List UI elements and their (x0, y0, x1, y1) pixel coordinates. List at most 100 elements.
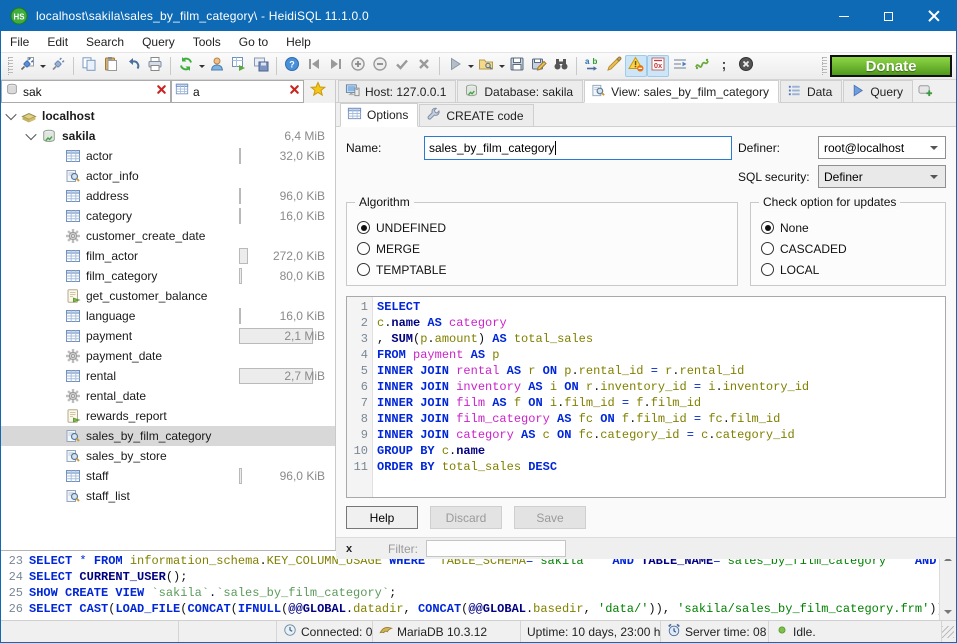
save-file-button[interactable] (506, 55, 528, 77)
refresh-button[interactable] (175, 55, 197, 77)
help-button[interactable]: ? (281, 55, 303, 77)
menu-item-query[interactable]: Query (133, 32, 184, 52)
disconnect-button[interactable] (47, 55, 69, 77)
maximize-button[interactable] (866, 1, 911, 31)
goto-first-button[interactable] (303, 55, 325, 77)
algorithm-option-temptable[interactable]: TEMPTABLE (357, 259, 727, 280)
algorithm-option-merge[interactable]: MERGE (357, 238, 727, 259)
menu-item-help[interactable]: Help (277, 32, 320, 52)
check-option-option-local[interactable]: LOCAL (761, 259, 935, 280)
clear-filter-button[interactable] (288, 83, 301, 101)
tab-query[interactable]: Query (843, 80, 913, 102)
tree-item-get_customer_balance[interactable]: get_customer_balance (1, 286, 335, 306)
donate-button[interactable]: Donate (830, 55, 952, 77)
tree-item-sakila[interactable]: sakila6,4 MiB (1, 126, 335, 146)
tree-item-rewards_report[interactable]: rewards_report (1, 406, 335, 426)
session-manager-dropdown[interactable] (38, 55, 47, 77)
menu-item-go-to[interactable]: Go to (230, 32, 277, 52)
tree-filter-database[interactable]: sak (1, 80, 171, 103)
tab-new-query-tab[interactable] (914, 80, 937, 102)
clear-filter-button[interactable] (155, 83, 168, 101)
copy-button[interactable] (78, 55, 100, 77)
menu-item-file[interactable]: File (1, 32, 38, 52)
subtab-create-code[interactable]: CREATE code (419, 104, 533, 126)
menu-item-tools[interactable]: Tools (184, 32, 230, 52)
expand-chevron-icon[interactable] (25, 129, 36, 140)
tree-item-rental_date[interactable]: rental_date (1, 386, 335, 406)
stop-button[interactable] (735, 55, 757, 77)
tree-item-language[interactable]: language16,0 KiB (1, 306, 335, 326)
tree-item-category[interactable]: category16,0 KiB (1, 206, 335, 226)
warning-toggle-button[interactable] (625, 55, 647, 77)
tree-item-sales_by_film_category[interactable]: sales_by_film_category (1, 426, 335, 446)
filter-value[interactable]: a (189, 85, 288, 99)
view-name-input[interactable]: sales_by_film_category (424, 136, 732, 160)
tree-item-payment[interactable]: payment2,1 MiB (1, 326, 335, 346)
minimize-button[interactable] (821, 1, 866, 31)
user-manager-button[interactable] (206, 55, 228, 77)
resize-grip[interactable] (942, 626, 954, 638)
scroll-down-icon[interactable] (944, 610, 952, 618)
format-code-button[interactable] (603, 55, 625, 77)
tree-item-actor_info[interactable]: actor_info (1, 166, 335, 186)
apply-changes-button[interactable] (391, 55, 413, 77)
tree-item-film_actor[interactable]: film_actor272,0 KiB (1, 246, 335, 266)
sql-security-select[interactable]: Definer (818, 165, 946, 188)
expand-chevron-icon[interactable] (5, 109, 16, 120)
algorithm-option-undefined[interactable]: UNDEFINED (357, 217, 727, 238)
delimiter-button[interactable]: ; (713, 55, 735, 77)
menu-item-edit[interactable]: Edit (38, 32, 77, 52)
print-button[interactable] (144, 55, 166, 77)
definer-select[interactable]: root@localhost (818, 136, 946, 159)
tree-item-rental[interactable]: rental2,7 MiB (1, 366, 335, 386)
save-as-button[interactable] (528, 55, 550, 77)
check-option-option-none[interactable]: None (761, 217, 935, 238)
open-file-button[interactable] (475, 55, 497, 77)
bind-params-button[interactable] (691, 55, 713, 77)
editor-code[interactable]: SELECTc.name AS category, SUM(p.amount) … (373, 297, 945, 497)
export-database-button[interactable] (228, 55, 250, 77)
hex-toggle-button[interactable]: 0x (647, 55, 669, 77)
tree-item-localhost[interactable]: localhost (1, 106, 335, 126)
tree-item-address[interactable]: address96,0 KiB (1, 186, 335, 206)
subtab-options[interactable]: Options (340, 103, 418, 127)
view-sql-editor[interactable]: 1234567891011 SELECTc.name AS category, … (346, 296, 946, 498)
tree-item-payment_date[interactable]: payment_date (1, 346, 335, 366)
filter-input[interactable] (426, 540, 566, 557)
tree-item-actor[interactable]: actor32,0 KiB (1, 146, 335, 166)
close-button[interactable] (911, 1, 956, 31)
sql-log[interactable]: 23SELECT * FROM information_schema.KEY_C… (1, 551, 939, 620)
indent-button[interactable] (669, 55, 691, 77)
execute-query-dropdown[interactable] (466, 55, 475, 77)
find-button[interactable] (550, 55, 572, 77)
save-settings-button[interactable] (250, 55, 272, 77)
paste-button[interactable] (100, 55, 122, 77)
replace-button[interactable]: ab (581, 55, 603, 77)
menu-item-search[interactable]: Search (77, 32, 133, 52)
filter-close-button[interactable]: x (342, 543, 356, 555)
help-button[interactable]: Help (346, 506, 418, 529)
tab-database-sakila[interactable]: Database: sakila (457, 80, 583, 102)
refresh-dropdown[interactable] (197, 55, 206, 77)
tree-item-sales_by_store[interactable]: sales_by_store (1, 446, 335, 466)
tab-host-127-0-0-1[interactable]: Host: 127.0.0.1 (338, 80, 456, 102)
tree-item-staff_list[interactable]: staff_list (1, 486, 335, 506)
discard-changes-button[interactable] (413, 55, 435, 77)
add-record-button[interactable] (347, 55, 369, 77)
filter-value[interactable]: sak (19, 85, 155, 99)
open-file-dropdown[interactable] (497, 55, 506, 77)
favorites-button[interactable] (304, 80, 332, 103)
undo-button[interactable] (122, 55, 144, 77)
toolbar-grip[interactable] (8, 57, 13, 75)
delete-record-button[interactable] (369, 55, 391, 77)
log-scrollbar[interactable] (939, 551, 956, 620)
tree-item-staff[interactable]: staff96,0 KiB (1, 466, 335, 486)
tree-item-customer_create_date[interactable]: customer_create_date (1, 226, 335, 246)
execute-query-button[interactable] (444, 55, 466, 77)
tree-filter-table[interactable]: a (171, 80, 304, 103)
session-manager-button[interactable] (16, 55, 38, 77)
tab-data[interactable]: Data (780, 80, 842, 102)
goto-last-button[interactable] (325, 55, 347, 77)
tree-item-film_category[interactable]: film_category80,0 KiB (1, 266, 335, 286)
check-option-option-cascaded[interactable]: CASCADED (761, 238, 935, 259)
